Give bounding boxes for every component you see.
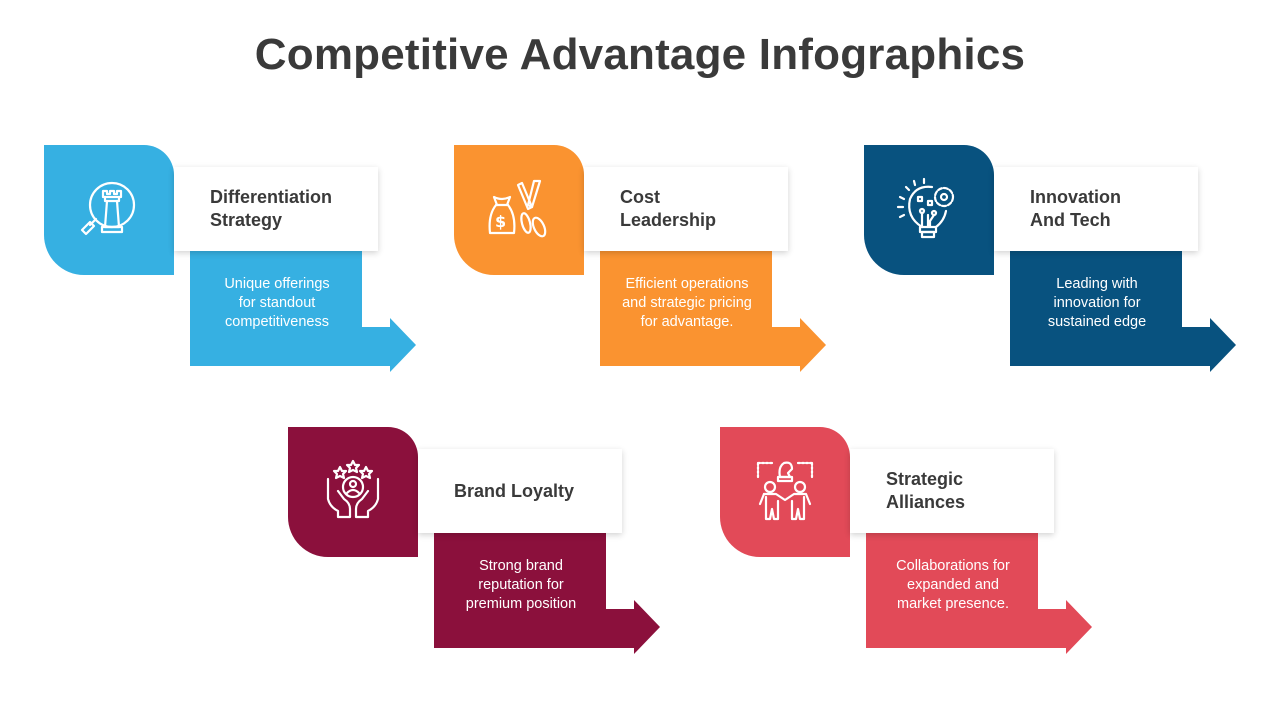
lightbulb-gear-icon (896, 177, 955, 239)
desc-line: Unique offerings (224, 276, 330, 292)
desc-line: Efficient operations (625, 276, 749, 292)
card-description: Unique offerings for standout competitiv… (190, 275, 364, 332)
page-title: Competitive Advantage Infographics (254, 30, 1026, 79)
desc-line: sustained edge (1047, 314, 1147, 330)
card-description: Collaborations for expanded and market p… (866, 557, 1040, 614)
icon-box: $ (454, 145, 584, 275)
card-title: Brand Loyalty (454, 480, 574, 503)
money-bag-scissors-icon: $ (488, 179, 547, 238)
card-title: Cost Leadership (620, 186, 716, 232)
label-box: Brand Loyalty (418, 449, 622, 533)
title-line: And Tech (1030, 210, 1111, 230)
title-line: Cost (620, 187, 660, 207)
hands-user-stars-icon (326, 459, 380, 519)
title-line: Leadership (620, 210, 717, 230)
icon-box (864, 145, 994, 275)
desc-line: Strong brand (479, 558, 563, 574)
card-description: Efficient operations and strategic prici… (600, 275, 774, 332)
desc-line: for standout (238, 295, 316, 311)
card-strategic-alliances: Collaborations for expanded and market p… (720, 427, 1120, 667)
desc-line: Collaborations for (896, 558, 1010, 574)
people-alliance-chess-icon (756, 461, 814, 521)
svg-text:$: $ (495, 212, 506, 231)
title-line: Innovation (1030, 187, 1121, 207)
desc-line: for advantage. (640, 314, 734, 330)
desc-line: competitiveness (225, 314, 329, 330)
desc-line: Leading with (1056, 276, 1138, 292)
title-line: Brand Loyalty (454, 480, 575, 501)
desc-line: and strategic pricing (622, 295, 752, 311)
desc-line: market presence. (896, 596, 1010, 612)
desc-line: premium position (465, 596, 577, 612)
label-box: Strategic Alliances (850, 449, 1054, 533)
icon-box (288, 427, 418, 557)
card-cost-leadership: Efficient operations and strategic prici… (454, 145, 854, 385)
desc-line: reputation for (478, 577, 564, 593)
card-differentiation-strategy: Unique offerings for standout competitiv… (44, 145, 444, 385)
title-line: Strategic (886, 469, 964, 489)
chess-rook-magnifier-icon (80, 181, 136, 236)
desc-line: innovation for (1053, 295, 1141, 311)
title-line: Strategy (210, 210, 283, 230)
card-description: Leading with innovation for sustained ed… (1010, 275, 1184, 332)
icon-box (720, 427, 850, 557)
label-box: Innovation And Tech (994, 167, 1198, 251)
card-title: Differentiation Strategy (210, 186, 332, 232)
card-description: Strong brand reputation for premium posi… (434, 557, 608, 614)
label-box: Differentiation Strategy (174, 167, 378, 251)
card-innovation-and-tech: Leading with innovation for sustained ed… (864, 145, 1264, 385)
desc-line: expanded and (907, 577, 999, 593)
title-line: Differentiation (210, 187, 333, 207)
card-title: Innovation And Tech (1030, 186, 1121, 232)
label-box: Cost Leadership (584, 167, 788, 251)
card-title: Strategic Alliances (886, 468, 965, 514)
title-line: Alliances (886, 492, 966, 512)
card-brand-loyalty: Strong brand reputation for premium posi… (288, 427, 688, 667)
icon-box (44, 145, 174, 275)
